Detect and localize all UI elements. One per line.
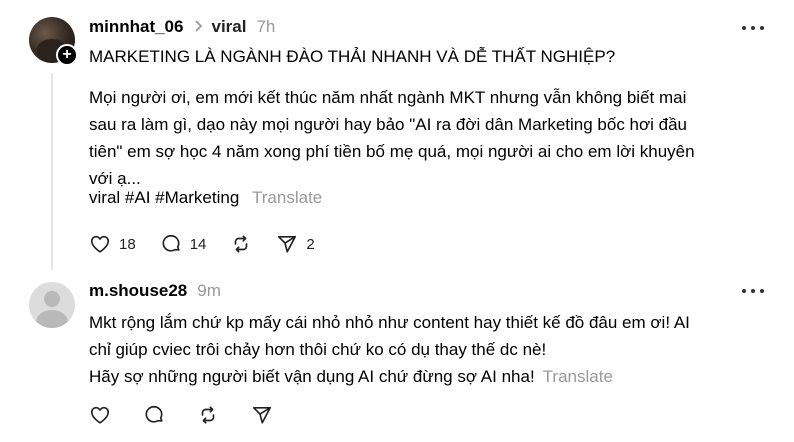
reply-body-text: Hãy sợ những người biết vận dụng AI chứ … bbox=[89, 367, 535, 386]
post-actions: 18 14 2 bbox=[89, 233, 339, 255]
translate-link[interactable]: Translate bbox=[543, 367, 613, 386]
post-time: 7h bbox=[256, 17, 276, 36]
follow-plus-icon[interactable]: + bbox=[56, 44, 78, 66]
chevron-right-icon bbox=[195, 19, 203, 35]
post-body-line: sau ra làm gì, dạo này mọi người hay bảo… bbox=[89, 115, 688, 134]
post-body-line: tiên" em sợ học 4 năm xong phí tiền bố m… bbox=[89, 142, 695, 161]
more-dots-icon[interactable] bbox=[742, 25, 764, 31]
reply-body-line: Hãy sợ những người biết vận dụng AI chứ … bbox=[89, 363, 779, 390]
comment-bubble-icon bbox=[145, 405, 163, 423]
send-icon bbox=[252, 406, 272, 424]
repost-icon bbox=[235, 235, 248, 253]
post-title: MARKETING LÀ NGÀNH ĐÀO THẢI NHANH VÀ DỄ … bbox=[89, 47, 616, 66]
comment-button[interactable] bbox=[143, 404, 165, 426]
post-body: Mọi người ơi, em mới kết thúc năm nhất n… bbox=[89, 84, 769, 192]
reply-header: m.shouse28 9m bbox=[89, 279, 221, 303]
comment-count: 14 bbox=[189, 235, 207, 253]
reply-avatar[interactable] bbox=[29, 282, 75, 328]
reply-body-line: Mkt rộng lắm chứ kp mấy cái nhỏ nhỏ như … bbox=[89, 313, 690, 332]
like-button[interactable] bbox=[89, 404, 111, 426]
post-tags: viral #AI #Marketing Translate bbox=[89, 188, 322, 208]
like-count: 18 bbox=[119, 235, 136, 253]
heart-icon bbox=[90, 235, 110, 253]
thread-line bbox=[51, 73, 53, 270]
more-dots-icon[interactable] bbox=[742, 288, 764, 294]
send-icon bbox=[278, 235, 297, 253]
comment-button[interactable]: 14 bbox=[160, 233, 207, 255]
comment-bubble-icon bbox=[162, 234, 180, 252]
reply-body: Mkt rộng lắm chứ kp mấy cái nhỏ nhỏ như … bbox=[89, 309, 779, 390]
like-button[interactable]: 18 bbox=[89, 233, 136, 255]
repost-icon bbox=[201, 406, 215, 424]
reply-time: 9m bbox=[197, 281, 221, 300]
post-header: minnhat_06 viral 7h bbox=[89, 15, 275, 39]
share-button[interactable]: 2 bbox=[276, 233, 315, 255]
share-count: 2 bbox=[306, 235, 315, 253]
repost-button[interactable] bbox=[230, 233, 252, 255]
tag-link[interactable]: viral bbox=[89, 188, 120, 207]
post-body-line: Mọi người ơi, em mới kết thúc năm nhất n… bbox=[89, 88, 687, 107]
tag-link[interactable]: #AI bbox=[125, 188, 151, 207]
post-topic[interactable]: viral bbox=[211, 17, 246, 37]
reply-username[interactable]: m.shouse28 bbox=[89, 281, 187, 301]
repost-button[interactable] bbox=[197, 404, 219, 426]
translate-link[interactable]: Translate bbox=[252, 188, 322, 207]
post-username[interactable]: minnhat_06 bbox=[89, 17, 183, 37]
share-button[interactable] bbox=[251, 404, 273, 426]
heart-icon bbox=[90, 406, 110, 424]
tag-link[interactable]: #Marketing bbox=[155, 188, 239, 207]
reply-actions bbox=[89, 404, 297, 426]
reply-body-line: chỉ giúp cviec trôi chảy hơn thôi chứ ko… bbox=[89, 340, 547, 359]
